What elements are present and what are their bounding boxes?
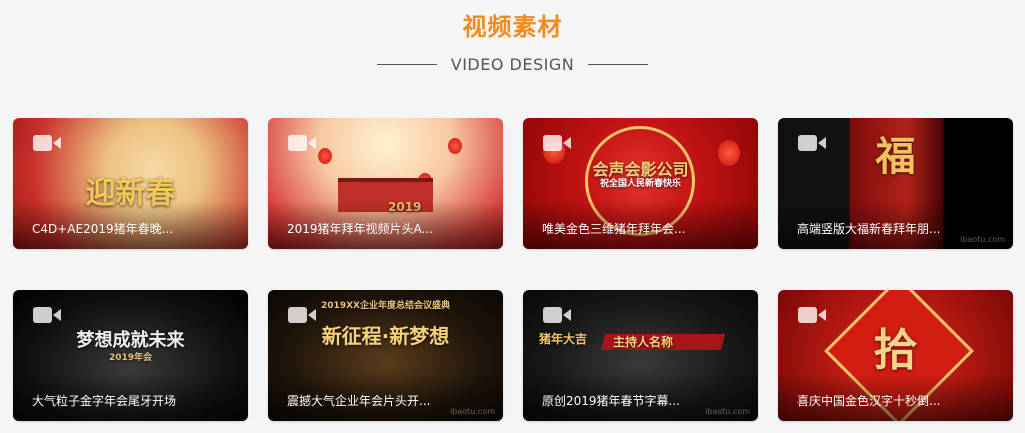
video-card-1[interactable]: 迎新春 C4D+AE2019猪年春晚...: [13, 118, 248, 249]
thumbnail-art-text: 梦想成就未来: [76, 330, 185, 351]
thumbnail-art-subtext: 祝全国人民新春快乐: [599, 179, 681, 189]
video-camera-icon: [33, 307, 61, 323]
thumbnail-art-subtext: 2019年会: [108, 353, 153, 363]
video-title: 大气粒子金字年会尾牙开场: [32, 394, 177, 408]
section-title: 视频素材: [462, 13, 563, 41]
video-camera-icon: [543, 307, 571, 323]
divider-right: [588, 64, 649, 65]
thumbnail-art-text: 新征程·新梦想: [321, 324, 450, 348]
section-subtitle: VIDEO DESIGN: [450, 55, 575, 74]
video-camera-icon: [543, 135, 571, 151]
divider-left: [376, 64, 437, 65]
video-camera-icon: [798, 307, 826, 323]
watermark: ibaotu.com: [960, 235, 1005, 244]
video-title: 喜庆中国金色汉字十秒倒...: [797, 394, 941, 408]
video-card-4[interactable]: 福 高端竖版大福新春拜年朋... ibaotu.com: [778, 118, 1013, 249]
video-title: 2019猪年拜年视频片头A...: [287, 222, 433, 236]
lantern-decoration: [318, 148, 332, 164]
video-camera-icon: [288, 135, 316, 151]
video-card-5[interactable]: 梦想成就未来 2019年会 大气粒子金字年会尾牙开场: [13, 290, 248, 421]
video-title: C4D+AE2019猪年春晚...: [32, 222, 174, 236]
thumbnail-art-text: 主持人名称: [613, 335, 674, 349]
watermark: ibaotu.com: [450, 407, 495, 416]
section-subtitle-row: VIDEO DESIGN: [0, 55, 1025, 74]
thumbnail-art-text: 福: [875, 134, 916, 180]
video-card-6[interactable]: 2019XX企业年度总结会议盛典 新征程·新梦想 震撼大气企业年会片头开... …: [268, 290, 503, 421]
watermark: ibaotu.com: [705, 407, 750, 416]
video-camera-icon: [33, 135, 61, 151]
video-camera-icon: [288, 307, 316, 323]
video-card-7[interactable]: 猪年大吉 主持人名称 原创2019猪年春节字幕... ibaotu.com: [523, 290, 758, 421]
video-camera-icon: [798, 135, 826, 151]
video-card-3[interactable]: 会声会影公司 祝全国人民新春快乐 唯美金色三维猪年拜年会...: [523, 118, 758, 249]
lantern-decoration: [448, 138, 462, 154]
thumbnail-art-subtext: 猪年大吉: [539, 332, 588, 346]
video-card-8[interactable]: 拾 喜庆中国金色汉字十秒倒...: [778, 290, 1013, 421]
video-title: 唯美金色三维猪年拜年会...: [542, 222, 686, 236]
video-card-2[interactable]: 2019 2019猪年拜年视频片头A...: [268, 118, 503, 249]
